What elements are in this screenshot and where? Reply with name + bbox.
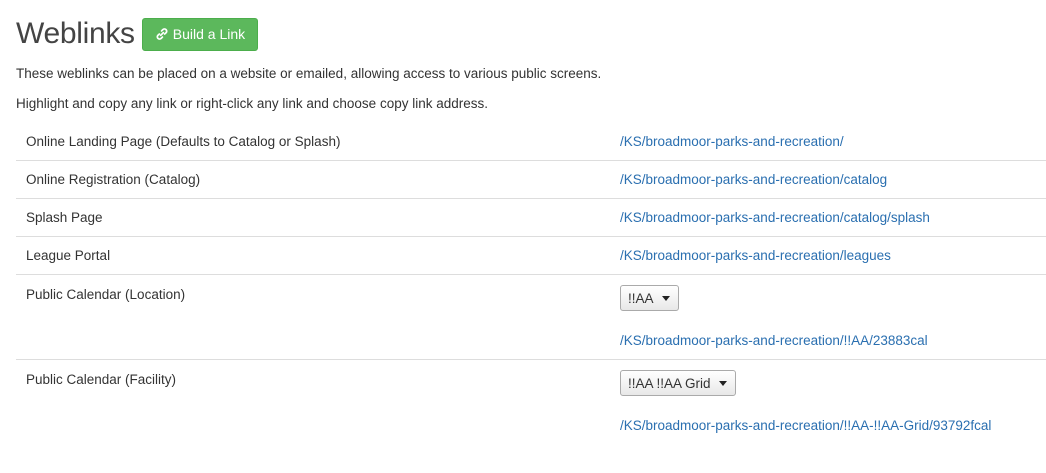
facility-select[interactable]: !!AA !!AA Grid — [620, 370, 736, 396]
table-row: League Portal /KS/broadmoor-parks-and-re… — [16, 237, 1046, 275]
row-label: Public Calendar (Facility) — [26, 372, 177, 387]
intro-text-2: Highlight and copy any link or right-cli… — [16, 96, 488, 111]
row-label: League Portal — [26, 248, 111, 263]
link-icon — [155, 27, 169, 41]
facility-select-value: !!AA !!AA Grid — [628, 375, 711, 391]
intro-text-1: These weblinks can be placed on a websit… — [16, 66, 602, 81]
row-label: Public Calendar (Location) — [26, 287, 186, 302]
location-select[interactable]: !!AA — [620, 285, 679, 311]
table-row: Online Landing Page (Defaults to Catalog… — [16, 123, 1046, 161]
weblink-landing-page[interactable]: /KS/broadmoor-parks-and-recreation/ — [620, 134, 844, 149]
table-row: Public Calendar (Facility) !!AA !!AA Gri… — [16, 360, 1046, 445]
weblinks-table: Online Landing Page (Defaults to Catalog… — [16, 123, 1046, 444]
weblink-location-calendar[interactable]: /KS/broadmoor-parks-and-recreation/!!AA/… — [620, 333, 1046, 349]
table-row: Splash Page /KS/broadmoor-parks-and-recr… — [16, 199, 1046, 237]
row-label: Splash Page — [26, 210, 103, 225]
page-header: Weblinks Build a Link — [16, 17, 1046, 51]
weblink-splash[interactable]: /KS/broadmoor-parks-and-recreation/catal… — [620, 210, 930, 225]
caret-down-icon — [718, 380, 727, 386]
build-a-link-button[interactable]: Build a Link — [141, 17, 259, 51]
caret-down-icon — [661, 295, 670, 301]
row-label: Online Registration (Catalog) — [26, 172, 201, 187]
build-a-link-label: Build a Link — [172, 26, 246, 42]
table-row: Public Calendar (Location) !!AA /KS/broa… — [16, 275, 1046, 360]
weblink-catalog[interactable]: /KS/broadmoor-parks-and-recreation/catal… — [620, 172, 887, 187]
location-select-value: !!AA — [628, 290, 654, 306]
weblink-leagues[interactable]: /KS/broadmoor-parks-and-recreation/leagu… — [620, 248, 891, 263]
row-label: Online Landing Page (Defaults to Catalog… — [26, 134, 341, 149]
weblinks-page: Weblinks Build a Link These weblinks can… — [0, 17, 1046, 444]
weblink-facility-calendar[interactable]: /KS/broadmoor-parks-and-recreation/!!AA-… — [620, 418, 1046, 434]
page-title: Weblinks — [16, 17, 135, 50]
table-row: Online Registration (Catalog) /KS/broadm… — [16, 161, 1046, 199]
